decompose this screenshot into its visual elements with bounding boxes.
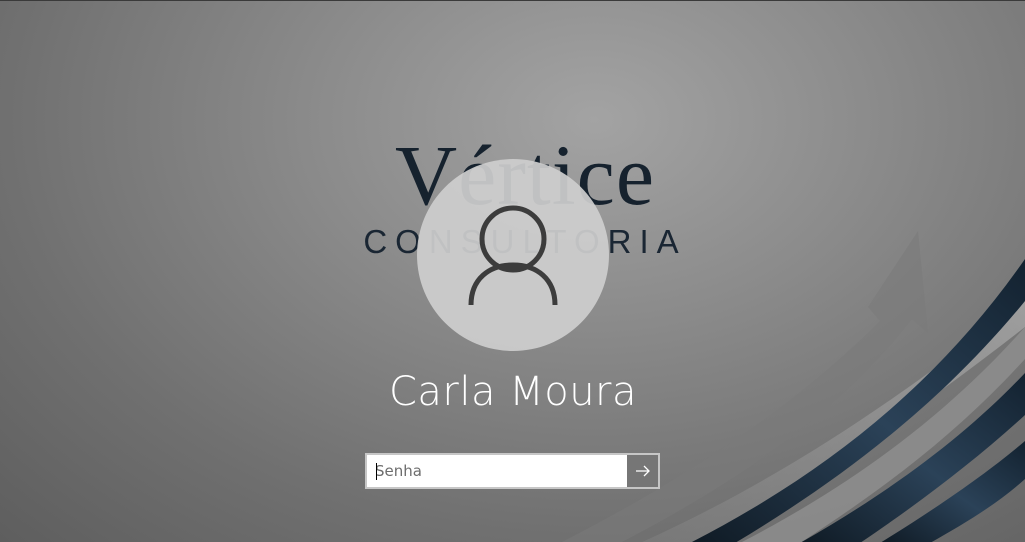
- password-box: [365, 453, 660, 489]
- submit-button[interactable]: [627, 455, 658, 487]
- user-name: Carla Moura: [388, 369, 638, 415]
- arrow-right-icon: [635, 465, 650, 477]
- avatar: [417, 159, 609, 351]
- lock-screen: Vértice CONSULTORIA Carla Moura: [0, 0, 1025, 542]
- user-icon: [468, 205, 558, 306]
- password-input[interactable]: [367, 455, 627, 487]
- text-caret: [376, 463, 377, 480]
